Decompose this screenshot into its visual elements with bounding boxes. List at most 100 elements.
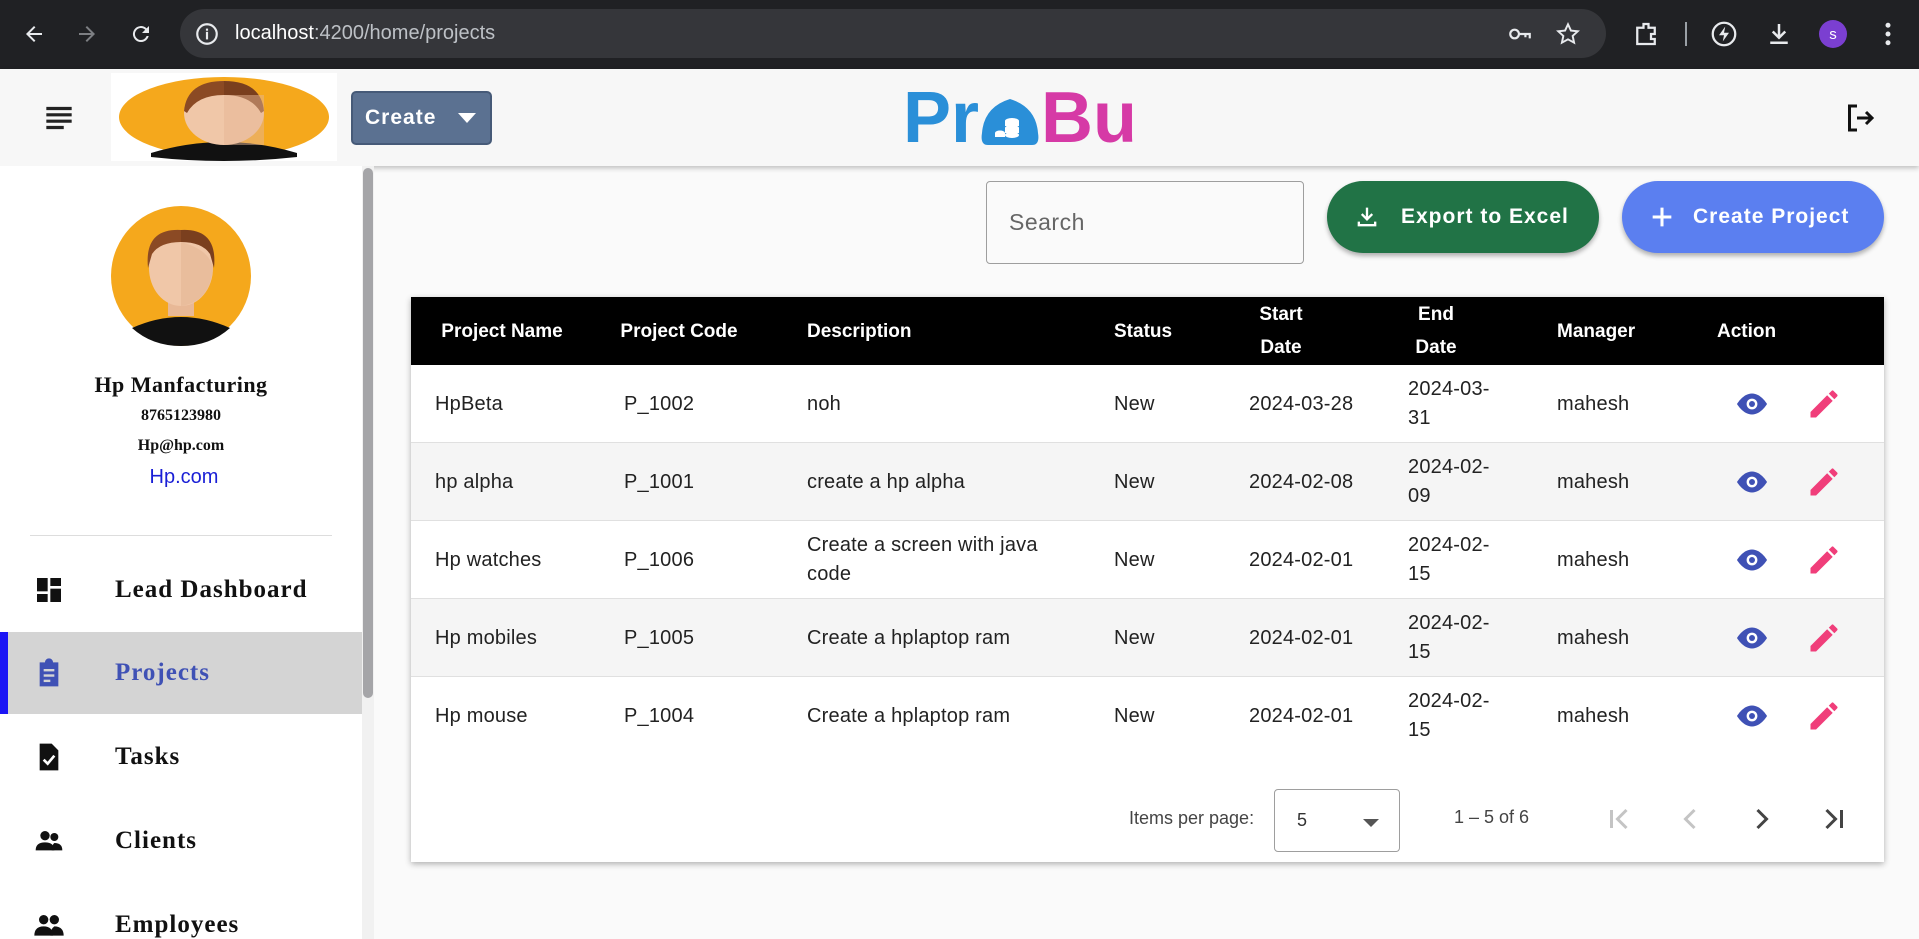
cell-manager: mahesh [1557,704,1630,727]
company-name: Hp Manfacturing [94,372,268,397]
sidebar-item-lead-dashboard[interactable]: Lead Dashboard [0,549,362,631]
performance-icon[interactable] [1709,19,1739,49]
create-project-label: Create Project [1693,205,1850,228]
sidebar-item-employees[interactable]: Employees [0,884,362,939]
sidebar-item-label: Employees [115,911,240,938]
edit-pencil-icon[interactable] [1806,698,1842,734]
page-size-value: 5 [1297,810,1308,830]
edit-pencil-icon[interactable] [1806,542,1842,578]
view-eye-icon[interactable] [1734,620,1770,656]
create-project-button[interactable]: Create Project [1622,181,1884,253]
column-header-end-date[interactable]: End Date [1406,297,1466,365]
previous-page-icon[interactable] [1672,801,1708,837]
create-label: Create [365,106,437,129]
view-eye-icon[interactable] [1734,386,1770,422]
search-input[interactable] [1009,204,1289,240]
cell-start-date: 2024-03-28 [1249,392,1354,415]
page-size-select[interactable]: 5 [1274,789,1400,852]
first-page-icon[interactable] [1601,801,1637,837]
company-website-link[interactable]: Hp.com [0,466,368,489]
view-eye-icon[interactable] [1734,542,1770,578]
bookmark-star-icon[interactable] [1555,21,1581,47]
column-header-start-date[interactable]: Start Date [1251,297,1311,365]
site-info-icon[interactable] [194,21,220,47]
edit-pencil-icon[interactable] [1806,620,1842,656]
export-to-excel-button[interactable]: Export to Excel [1327,181,1599,253]
password-key-icon[interactable] [1507,21,1533,47]
table-row[interactable]: hp alpha P_1001 create a hp alpha New 20… [411,443,1884,521]
profile-avatar-chip[interactable]: s [1819,20,1847,48]
table-row[interactable]: Hp mouse P_1004 Create a hplaptop ram Ne… [411,677,1884,755]
last-page-icon[interactable] [1816,801,1852,837]
probu-logo: Pr Bu [903,78,1137,158]
browser-toolbar: localhost:4200/home/projects s [0,0,1919,69]
cell-project-name: Hp mobiles [435,626,538,649]
more-menu-icon[interactable] [1873,19,1903,49]
caret-down-icon [458,113,476,123]
reload-icon[interactable] [124,17,158,51]
toolbar-divider [1685,22,1687,46]
sidebar-item-label: Clients [115,827,197,854]
column-header-action: Action [1717,320,1777,342]
cell-end-date: 2024-02-15 [1408,534,1490,585]
menu-icon[interactable] [40,99,78,137]
cell-status: New [1114,470,1155,493]
cell-manager: mahesh [1557,470,1630,493]
edit-pencil-icon[interactable] [1806,386,1842,422]
next-page-icon[interactable] [1744,801,1780,837]
logout-icon[interactable] [1842,100,1878,136]
cell-project-name: Hp mouse [435,704,528,727]
sidebar-item-clients[interactable]: Clients [0,800,362,882]
sidebar-item-projects[interactable]: Projects [0,632,362,714]
cell-project-name: HpBeta [435,392,503,415]
export-label: Export to Excel [1401,205,1569,228]
cell-end-date: 2024-03-31 [1408,378,1490,429]
back-icon[interactable] [17,17,51,51]
url-text[interactable]: localhost:4200/home/projects [235,22,495,45]
table-row[interactable]: HpBeta P_1002 noh New 2024-03-28 2024-03… [411,365,1884,443]
search-field[interactable] [986,181,1304,264]
column-header-description[interactable]: Description [807,297,912,365]
company-email: Hp@hp.com [137,437,225,454]
employees-icon [34,915,64,936]
column-header-status[interactable]: Status [1114,297,1172,365]
cell-project-code: P_1006 [624,548,695,571]
plus-icon [1652,207,1672,227]
cell-status: New [1114,626,1155,649]
cell-status: New [1114,548,1155,571]
extensions-icon[interactable] [1631,19,1661,49]
brand-left: Pr [903,78,980,158]
app-header: Create Pr Bu [0,69,1919,166]
view-eye-icon[interactable] [1734,464,1770,500]
caret-down-icon [1363,819,1379,827]
edit-pencil-icon[interactable] [1806,464,1842,500]
sidebar-item-label: Tasks [115,743,181,770]
cell-description: noh [807,392,841,415]
sidebar-item-tasks[interactable]: Tasks [0,716,362,798]
sidebar-item-label: Projects [115,659,210,686]
cell-project-name: Hp watches [435,548,542,571]
column-header-project-code[interactable]: Project Code [617,297,741,365]
download-icon[interactable] [1764,19,1794,49]
sidebar-scrollbar-thumb[interactable] [363,168,373,698]
cell-end-date: 2024-02-15 [1408,690,1490,741]
clients-icon [35,831,63,851]
cell-status: New [1114,704,1155,727]
dashboard-icon [37,578,61,602]
column-header-project-name[interactable]: Project Name [441,297,563,365]
create-dropdown-button[interactable]: Create [351,91,492,145]
sidebar-item-label: Lead Dashboard [115,576,308,603]
table-row[interactable]: Hp mobiles P_1005 Create a hplaptop ram … [411,599,1884,677]
cell-end-date: 2024-02-15 [1408,612,1490,663]
column-header-manager[interactable]: Manager [1557,297,1635,365]
assignment-icon [39,658,59,687]
cell-manager: mahesh [1557,626,1630,649]
forward-icon[interactable] [70,17,104,51]
task-icon [39,743,59,771]
table-row[interactable]: Hp watches P_1006 Create a screen with j… [411,521,1884,599]
cell-project-code: P_1004 [624,704,695,727]
view-eye-icon[interactable] [1734,698,1770,734]
address-bar[interactable]: localhost:4200/home/projects [180,9,1606,58]
table-header: Project Name Project Code Description St… [411,297,1884,365]
download-icon [1357,207,1377,227]
